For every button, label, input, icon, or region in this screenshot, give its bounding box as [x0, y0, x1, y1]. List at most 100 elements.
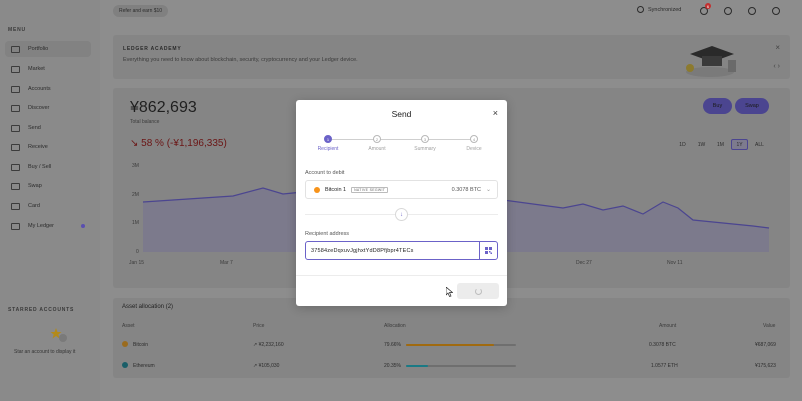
range-1w-button[interactable]: 1W — [693, 139, 710, 150]
banner-title: LEDGER ACADEMY — [123, 46, 182, 52]
loading-spinner-icon — [474, 287, 482, 295]
banner-close-icon[interactable]: × — [775, 43, 780, 52]
column-header-amount: Amount — [659, 323, 677, 329]
qr-scan-button[interactable] — [479, 242, 497, 259]
portfolio-icon — [11, 45, 20, 53]
sidebar-item-accounts[interactable]: Accounts — [5, 81, 91, 97]
sync-status: Synchronized — [637, 6, 681, 13]
gear-icon[interactable] — [772, 7, 780, 15]
recipient-address-input[interactable] — [311, 247, 476, 254]
help-icon[interactable] — [748, 7, 756, 15]
accounts-icon — [11, 85, 20, 93]
stepper: 1 2 3 4 Recipient Amount Summary Device — [316, 135, 486, 155]
sidebar-item-buy-sell[interactable]: Buy / Sell — [5, 159, 91, 175]
account-select[interactable]: Bitcoin 1 NATIVE SEGWIT 0.3078 BTC ⌄ — [305, 180, 498, 199]
range-1m-button[interactable]: 1M — [712, 139, 729, 150]
close-icon[interactable]: × — [493, 108, 498, 118]
sidebar-item-send[interactable]: Send — [5, 120, 91, 136]
buy-button[interactable]: Buy — [703, 98, 732, 114]
x-tick-label: Mar 7 — [220, 260, 233, 266]
sidebar-item-swap[interactable]: Swap — [5, 178, 91, 194]
y-tick-label: 3M — [132, 163, 139, 169]
step-2-label: Amount — [368, 146, 386, 152]
sidebar-item-label: Receive — [28, 144, 48, 150]
modal-title: Send — [391, 109, 412, 119]
sidebar-item-market[interactable]: Market — [5, 61, 91, 77]
allocation-bar-fill — [406, 365, 429, 367]
account-to-debit-label: Account to debit — [305, 170, 345, 176]
sidebar-item-label: Send — [28, 125, 41, 131]
y-tick-label: 0 — [136, 249, 139, 255]
referral-button[interactable]: Refer and earn $10 — [113, 5, 169, 17]
starred-accounts-label: STARRED ACCOUNTS — [8, 307, 75, 313]
x-tick-label: Dec 27 — [576, 260, 592, 266]
allocation-bar — [406, 365, 516, 367]
chevron-down-icon: ⌄ — [485, 187, 491, 193]
continue-button[interactable] — [457, 283, 499, 299]
sidebar-item-receive[interactable]: Receive — [5, 139, 91, 155]
recipient-address-label: Recipient address — [305, 231, 350, 237]
allocation-bar-fill — [406, 344, 494, 346]
buy-sell-icon — [11, 163, 20, 171]
sidebar-item-label: Discover — [28, 105, 50, 111]
banner-subtitle: Everything you need to know about blockc… — [123, 57, 358, 63]
asset-allocation-percent: 79.66% — [384, 342, 401, 348]
star-hand-icon — [50, 328, 67, 342]
stepper-line — [328, 139, 474, 140]
asset-name: Bitcoin — [133, 342, 149, 348]
bitcoin-icon — [122, 341, 128, 347]
range-1d-button[interactable]: 1D — [674, 139, 691, 150]
column-header-price: Price — [253, 323, 265, 329]
column-header-allocation: Allocation — [384, 323, 406, 329]
step-3-circle: 3 — [421, 135, 429, 143]
step-1-label: Recipient — [317, 146, 339, 152]
footer-divider — [296, 275, 507, 276]
sidebar-item-portfolio[interactable]: Portfolio — [5, 41, 91, 57]
sidebar-item-label: Accounts — [28, 86, 51, 92]
card-icon — [11, 202, 20, 210]
x-tick-label: Jan 15 — [129, 260, 144, 266]
total-balance-label: Total balance — [130, 119, 160, 125]
sidebar: MENU Portfolio Market Accounts Discover … — [0, 0, 100, 401]
sidebar-item-label: Card — [28, 203, 40, 209]
asset-name: Ethereum — [133, 363, 155, 369]
range-1y-button[interactable]: 1Y — [731, 139, 748, 150]
step-4-label: Device — [466, 146, 482, 152]
banner-nav-arrows[interactable]: ‹ › — [773, 63, 780, 70]
allocation-bar — [406, 344, 516, 346]
sidebar-item-card[interactable]: Card — [5, 198, 91, 214]
asset-value: ¥175,623 — [755, 363, 776, 369]
y-tick-label: 1M — [132, 220, 139, 226]
sidebar-item-my-ledger[interactable]: My Ledger — [5, 218, 91, 234]
sidebar-item-discover[interactable]: Discover — [5, 100, 91, 116]
sidebar-item-label: Buy / Sell — [28, 164, 52, 170]
account-type-badge: NATIVE SEGWIT — [351, 186, 389, 193]
column-header-value: Value — [763, 323, 776, 329]
academy-banner[interactable]: LEDGER ACADEMY Everything you need to kn… — [113, 35, 790, 79]
sidebar-item-label: Portfolio — [28, 46, 49, 52]
range-all-button[interactable]: ALL — [751, 139, 768, 150]
arrow-down-icon: ↓ — [395, 208, 408, 221]
starred-empty-text: Star an account to display it — [14, 349, 76, 355]
send-modal: Send × 1 2 3 4 Recipient Amount Summary … — [296, 100, 507, 306]
balance-change: ↘ 58 % (-¥1,196,335) — [130, 138, 227, 149]
recipient-address-field[interactable] — [305, 241, 498, 260]
graduation-cap-icon — [686, 46, 736, 77]
sync-status-text: Synchronized — [648, 6, 682, 13]
asset-price: ↗ ¥2,232,160 — [253, 342, 284, 348]
ledger-icon — [11, 222, 20, 230]
step-4-circle: 4 — [470, 135, 478, 143]
ethereum-icon — [122, 362, 128, 368]
eye-icon[interactable] — [724, 7, 732, 15]
asset-allocation-title: Asset allocation (2) — [122, 304, 174, 310]
send-icon — [11, 124, 20, 132]
discover-icon — [11, 104, 20, 112]
asset-price: ↗ ¥105,030 — [253, 363, 280, 369]
asset-amount: 1.0577 ETH — [651, 363, 678, 369]
x-tick-label: Nov 11 — [667, 260, 683, 266]
step-3-label: Summary — [414, 146, 436, 152]
step-1-circle: 1 — [324, 135, 332, 143]
column-header-asset: Asset — [122, 323, 135, 329]
swap-button[interactable]: Swap — [735, 98, 769, 114]
asset-amount: 0.3078 BTC — [649, 342, 676, 348]
